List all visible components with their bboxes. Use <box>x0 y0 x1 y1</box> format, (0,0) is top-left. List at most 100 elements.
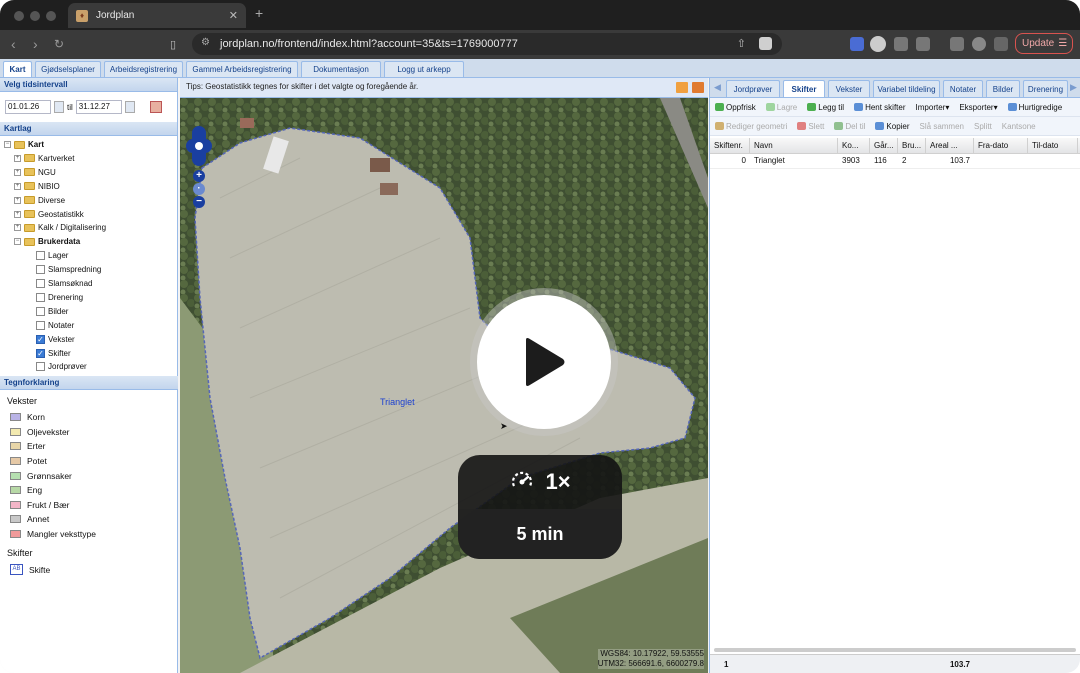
minimize-window-button[interactable] <box>30 11 40 21</box>
layer-tree-item[interactable]: + NGU <box>14 166 56 179</box>
playback-info-panel[interactable]: 1× 5 min <box>458 455 622 559</box>
column-header[interactable]: Går... <box>870 138 898 153</box>
layer-tree-item[interactable]: − Brukerdata <box>14 235 80 248</box>
toolbar-button[interactable]: Hent skifter <box>854 103 906 112</box>
toolbar-button[interactable]: Kopier <box>875 122 910 131</box>
layer-checkbox[interactable] <box>36 362 45 372</box>
tab-skifter[interactable]: Skifter <box>783 80 825 97</box>
column-header[interactable]: Navn <box>750 138 838 153</box>
expand-icon[interactable]: + <box>14 210 21 218</box>
zoom-out-icon[interactable]: − <box>193 196 205 208</box>
layer-tree-item[interactable]: + NIBIO <box>14 180 60 193</box>
field-label[interactable]: Trianglet <box>380 397 415 407</box>
layer-tree-item[interactable]: + Diverse <box>14 194 65 207</box>
tab-notater[interactable]: Notater <box>943 80 983 97</box>
layer-tree-item[interactable]: + Geostatistikk <box>14 208 84 221</box>
layer-tree-item[interactable]: Slamspredning <box>36 263 101 276</box>
scroll-left-icon[interactable]: ◀ <box>714 82 721 93</box>
scroll-right-icon[interactable]: ▶ <box>1070 82 1077 93</box>
expand-icon[interactable]: + <box>14 168 21 176</box>
expand-icon[interactable]: + <box>14 154 21 162</box>
browser-tab[interactable]: ♦ Jordplan ✕ <box>68 3 246 28</box>
layer-checkbox[interactable] <box>36 306 45 316</box>
shield-icon[interactable] <box>972 37 986 51</box>
map-tool-icon-2[interactable] <box>692 82 704 93</box>
layer-checkbox[interactable] <box>36 279 45 288</box>
map-tool-icon[interactable] <box>676 82 688 93</box>
back-icon[interactable]: ‹ <box>11 36 16 52</box>
column-header[interactable]: Ko... <box>838 138 870 153</box>
date-from-field[interactable]: 01.01.26 <box>5 100 51 114</box>
layer-tree-item[interactable]: ✓ Vekster <box>36 333 75 346</box>
extension-icon-3[interactable] <box>916 37 930 51</box>
extension-icon-4[interactable] <box>950 37 964 51</box>
layer-tree-item[interactable]: ✓ Skifter <box>36 347 71 360</box>
layer-tree-item[interactable]: Slamsøknad <box>36 277 92 290</box>
column-header[interactable]: Til-dato <box>1028 138 1078 153</box>
tab-dokumentasjon[interactable]: Dokumentasjon <box>301 61 381 77</box>
toolbar-button[interactable]: Legg til <box>807 103 844 112</box>
layer-checkbox[interactable]: ✓ <box>36 348 45 358</box>
table-row[interactable]: 0 Trianglet 3903 116 2 103.7 <box>710 154 1080 169</box>
layer-tree-item[interactable]: + Kartverket <box>14 152 74 165</box>
column-header[interactable]: Areal ... <box>926 138 974 153</box>
date-to-field[interactable]: 31.12.27 <box>75 100 122 114</box>
toolbar-button[interactable]: Eksporter▾ <box>959 103 997 112</box>
update-button[interactable]: Update ☰ <box>1015 33 1073 54</box>
tab-variabel-tildeling[interactable]: Variabel tildeling <box>873 80 940 97</box>
layer-tree-item[interactable]: Jordprøver <box>36 360 87 373</box>
layer-tree-item[interactable]: − Kart <box>4 138 44 151</box>
bookmark-icon[interactable]: ▯ <box>170 38 176 51</box>
tab-jordprover[interactable]: Jordprøver <box>726 80 780 97</box>
collapse-icon[interactable]: − <box>4 141 11 148</box>
layer-checkbox[interactable] <box>36 320 45 330</box>
layer-tree-item[interactable]: Drenering <box>36 291 83 304</box>
layer-tree-item[interactable]: Notater <box>36 319 74 332</box>
close-tab-icon[interactable]: ✕ <box>229 9 238 22</box>
column-header[interactable]: Bru... <box>898 138 926 153</box>
layer-checkbox[interactable] <box>36 292 45 302</box>
close-window-button[interactable] <box>14 11 24 21</box>
layer-checkbox[interactable]: ✓ <box>36 334 45 344</box>
tab-vekster[interactable]: Vekster <box>828 80 870 97</box>
tab-arbeidsregistrering[interactable]: Arbeidsregistrering <box>104 61 183 77</box>
toolbar-button[interactable]: Importer▾ <box>916 103 950 112</box>
forward-icon[interactable]: › <box>33 36 38 52</box>
expand-icon[interactable]: + <box>14 182 21 190</box>
map-panel[interactable]: Tips: Geostatistikk tegnes for skifter i… <box>180 78 708 673</box>
zoom-slider-icon[interactable]: · <box>193 183 205 195</box>
brave-shield-icon[interactable] <box>759 37 772 50</box>
zoom-in-icon[interactable]: + <box>193 170 205 182</box>
playback-speed[interactable]: 1× <box>458 455 622 509</box>
toolbar-button[interactable]: Oppfrisk <box>715 103 756 112</box>
profile-avatar[interactable] <box>870 36 886 52</box>
tab-gammel-arbeidsregistrering[interactable]: Gammel Arbeidsregistrering <box>186 61 298 77</box>
address-bar[interactable]: ⚙ jordplan.no/frontend/index.html?accoun… <box>192 33 782 55</box>
expand-icon[interactable]: + <box>14 196 21 204</box>
layer-tree-item[interactable]: Lager <box>36 249 68 262</box>
expand-icon[interactable]: − <box>14 238 21 246</box>
layer-tree-item[interactable]: + Kalk / Digitalisering <box>14 221 106 234</box>
layer-checkbox[interactable] <box>36 251 45 261</box>
calendar-from-icon[interactable] <box>54 101 64 113</box>
horizontal-scrollbar[interactable] <box>714 648 1076 652</box>
tab-logg-ut[interactable]: Logg ut arkepp <box>384 61 464 77</box>
tab-gjodselsplaner[interactable]: Gjødselsplaner <box>35 61 101 77</box>
toolbar-button[interactable]: Hurtigredige <box>1007 103 1062 112</box>
calendar-to-icon[interactable] <box>124 101 135 113</box>
video-play-button[interactable] <box>470 288 618 436</box>
reload-icon[interactable]: ↻ <box>54 37 64 51</box>
column-header[interactable]: Skiftenr. <box>710 138 750 153</box>
extension-icon[interactable] <box>850 37 864 51</box>
layer-checkbox[interactable] <box>36 265 45 275</box>
maximize-window-button[interactable] <box>46 11 56 21</box>
extension-icon-5[interactable] <box>994 37 1008 51</box>
calendar-reset-icon[interactable] <box>149 101 162 113</box>
aerial-map[interactable]: + · − Trianglet ➤ 1× 5 min WGS84: 10.179… <box>180 98 708 673</box>
new-tab-icon[interactable]: + <box>255 5 263 21</box>
layer-tree-item[interactable]: Bilder <box>36 305 68 318</box>
expand-icon[interactable]: + <box>14 224 21 232</box>
extension-icon-2[interactable] <box>894 37 908 51</box>
site-settings-icon[interactable]: ⚙ <box>201 37 210 48</box>
column-header[interactable]: Fra-dato <box>974 138 1028 153</box>
